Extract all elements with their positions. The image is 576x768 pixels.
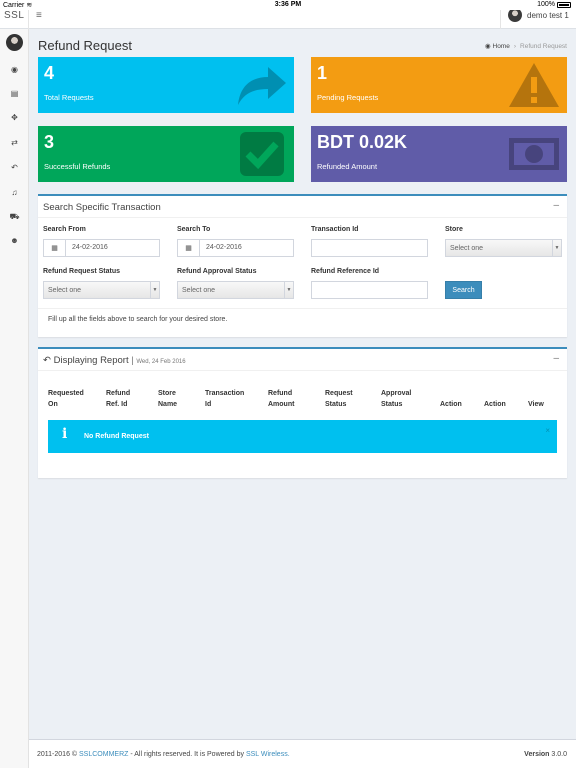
alert-message: No Refund Request <box>84 433 149 440</box>
search-to-input[interactable]: ▦ 24-02-2016 <box>177 239 294 257</box>
search-from-label: Search From <box>43 226 86 233</box>
collapse-icon[interactable]: – <box>553 353 559 364</box>
panel-title: Search Specific Transaction <box>43 202 161 213</box>
search-button[interactable]: Search <box>445 281 482 299</box>
cart-icon[interactable]: ⛟ <box>0 212 29 222</box>
chevron-down-icon: ▼ <box>284 282 293 298</box>
report-panel: ↶ Displaying Report | Wed, 24 Feb 2016 –… <box>38 347 567 478</box>
transaction-id-input[interactable] <box>311 239 428 257</box>
reply-icon: ↶ <box>43 355 51 366</box>
refund-request-status-label: Refund Request Status <box>43 268 121 275</box>
column-request-status[interactable]: Request Status <box>325 388 353 410</box>
panel-header: ↶ Displaying Report | Wed, 24 Feb 2016 – <box>38 349 567 371</box>
menu-toggle-icon[interactable]: ≡ <box>36 10 42 21</box>
column-requested-on[interactable]: Requested On <box>48 388 84 410</box>
warning-icon <box>509 63 559 107</box>
transaction-id-label: Transaction Id <box>311 226 359 233</box>
user-menu[interactable]: demo test 1 <box>508 8 569 22</box>
ssl-wireless-link[interactable]: SSL Wireless. <box>246 751 290 758</box>
money-icon <box>509 138 559 170</box>
sslcommerz-link[interactable]: SSLCOMMERZ <box>79 751 128 758</box>
store-select[interactable]: Select one ▼ <box>445 239 562 257</box>
dashboard-icon[interactable]: ◉ <box>0 65 29 74</box>
stat-total-requests: 4 Total Requests <box>38 57 294 113</box>
status-bar: Carrier ≋ 3:36 PM 100% <box>0 0 576 10</box>
column-approval-status[interactable]: Approval Status <box>381 388 411 410</box>
share-arrow-icon <box>238 67 286 105</box>
stat-refunded-amount: BDT 0.02K Refunded Amount <box>311 126 567 182</box>
stat-value: 3 <box>44 132 55 152</box>
refund-request-status-select[interactable]: Select one ▼ <box>43 281 160 299</box>
collapse-icon[interactable]: – <box>553 200 559 211</box>
brand-logo[interactable]: SSL <box>4 10 24 21</box>
calendar-icon[interactable]: ▦ <box>44 240 66 256</box>
stat-label: Refunded Amount <box>317 162 378 171</box>
refund-reference-id-input[interactable] <box>311 281 428 299</box>
footer: 2011-2016 © SSLCOMMERZ - All rights rese… <box>29 739 576 768</box>
crosshair-icon[interactable]: ✥ <box>0 113 29 122</box>
column-action[interactable]: Action <box>484 388 506 410</box>
dashboard-icon: ◉ <box>485 43 491 50</box>
calendar-icon[interactable]: ▦ <box>178 240 200 256</box>
chevron-down-icon: ▼ <box>552 240 561 256</box>
users-icon[interactable]: ☻ <box>0 236 29 245</box>
search-from-input[interactable]: ▦ 24-02-2016 <box>43 239 160 257</box>
refund-approval-status-label: Refund Approval Status <box>177 268 257 275</box>
panel-title: ↶ Displaying Report | Wed, 24 Feb 2016 <box>43 355 186 366</box>
avatar[interactable] <box>6 34 23 51</box>
stat-value: 4 <box>44 63 55 83</box>
checkbox-icon <box>240 132 284 176</box>
list-icon[interactable]: ▤ <box>0 89 29 98</box>
stat-successful-refunds: 3 Successful Refunds <box>38 126 294 182</box>
bell-icon[interactable]: ♫ <box>0 188 29 197</box>
stat-value: BDT 0.02K <box>317 132 408 152</box>
stat-label: Pending Requests <box>317 93 379 102</box>
column-refund-amount[interactable]: Refund Amount <box>268 388 294 410</box>
column-transaction-id[interactable]: Transaction Id <box>205 388 244 410</box>
battery-icon <box>557 1 571 8</box>
column-view[interactable]: View <box>528 388 544 410</box>
stat-label: Total Requests <box>44 93 94 102</box>
column-store-name[interactable]: Store Name <box>158 388 177 410</box>
close-icon[interactable]: × <box>545 426 550 435</box>
breadcrumb-current: Refund Request <box>520 42 567 50</box>
column-action[interactable]: Action <box>440 388 462 410</box>
user-name: demo test 1 <box>527 10 569 20</box>
search-hint: Fill up all the fields above to search f… <box>48 316 228 323</box>
reply-icon[interactable]: ↶ <box>0 163 29 172</box>
clock: 3:36 PM <box>274 1 302 8</box>
search-transaction-panel: Search Specific Transaction – Search Fro… <box>38 194 567 337</box>
panel-header: Search Specific Transaction – <box>38 196 567 218</box>
chevron-down-icon: ▼ <box>150 282 159 298</box>
stat-label: Successful Refunds <box>44 162 111 171</box>
battery-label: 100% <box>537 1 555 8</box>
refund-approval-status-select[interactable]: Select one ▼ <box>177 281 294 299</box>
store-label: Store <box>445 226 463 233</box>
breadcrumb-separator: › <box>513 42 517 50</box>
refund-reference-id-label: Refund Reference Id <box>311 268 380 275</box>
battery-status: 100% <box>537 1 571 8</box>
breadcrumb: ◉ Home › Refund Request <box>485 42 567 51</box>
stat-value: 1 <box>317 63 328 83</box>
column-refund-ref-id[interactable]: Refund Ref. Id <box>106 388 130 410</box>
sidebar: ◉ ▤ ✥ ⇄ ↶ ♫ ⛟ ☻ <box>0 29 29 768</box>
avatar <box>508 8 522 22</box>
no-refund-alert: i No Refund Request × <box>48 420 557 453</box>
footer-copyright: 2011-2016 © SSLCOMMERZ - All rights rese… <box>37 751 290 758</box>
exchange-icon[interactable]: ⇄ <box>0 138 29 147</box>
search-to-label: Search To <box>177 226 211 233</box>
stat-pending-requests: 1 Pending Requests <box>311 57 567 113</box>
info-icon: i <box>62 426 68 442</box>
report-date: Wed, 24 Feb 2016 <box>136 359 186 365</box>
main-content: Refund Request ◉ Home › Refund Request 4… <box>29 29 576 768</box>
panel-divider <box>38 308 567 309</box>
footer-version: Version 3.0.0 <box>524 751 567 758</box>
breadcrumb-home[interactable]: ◉ Home <box>485 42 510 50</box>
page-title: Refund Request <box>38 38 132 53</box>
